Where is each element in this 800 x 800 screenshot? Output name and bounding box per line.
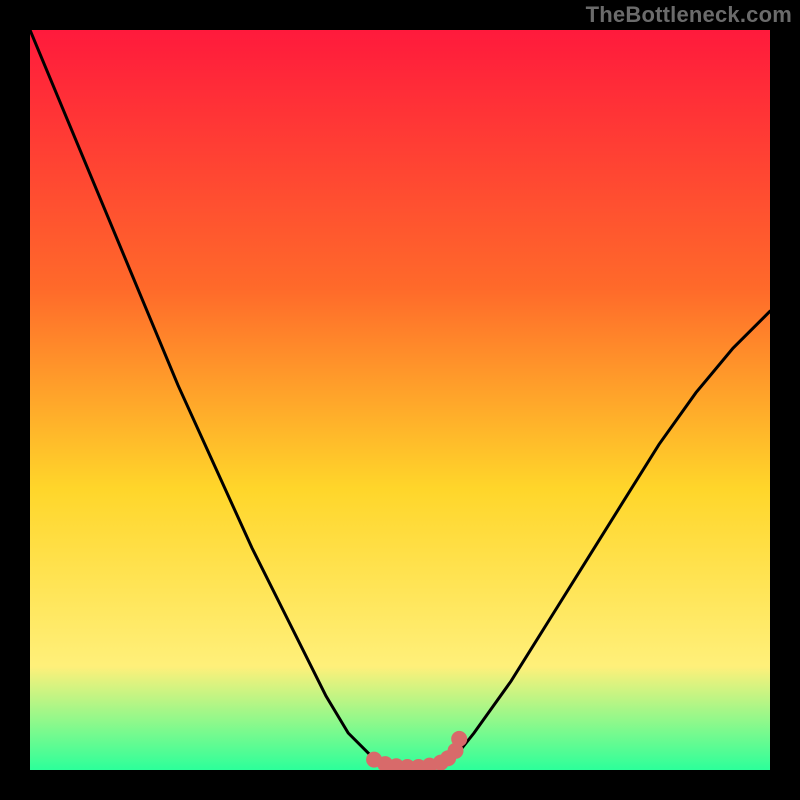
curve-marker [451,731,467,747]
chart-frame: TheBottleneck.com [0,0,800,800]
gradient-background [30,30,770,770]
watermark-text: TheBottleneck.com [586,2,792,28]
chart-svg [30,30,770,770]
plot-area [30,30,770,770]
